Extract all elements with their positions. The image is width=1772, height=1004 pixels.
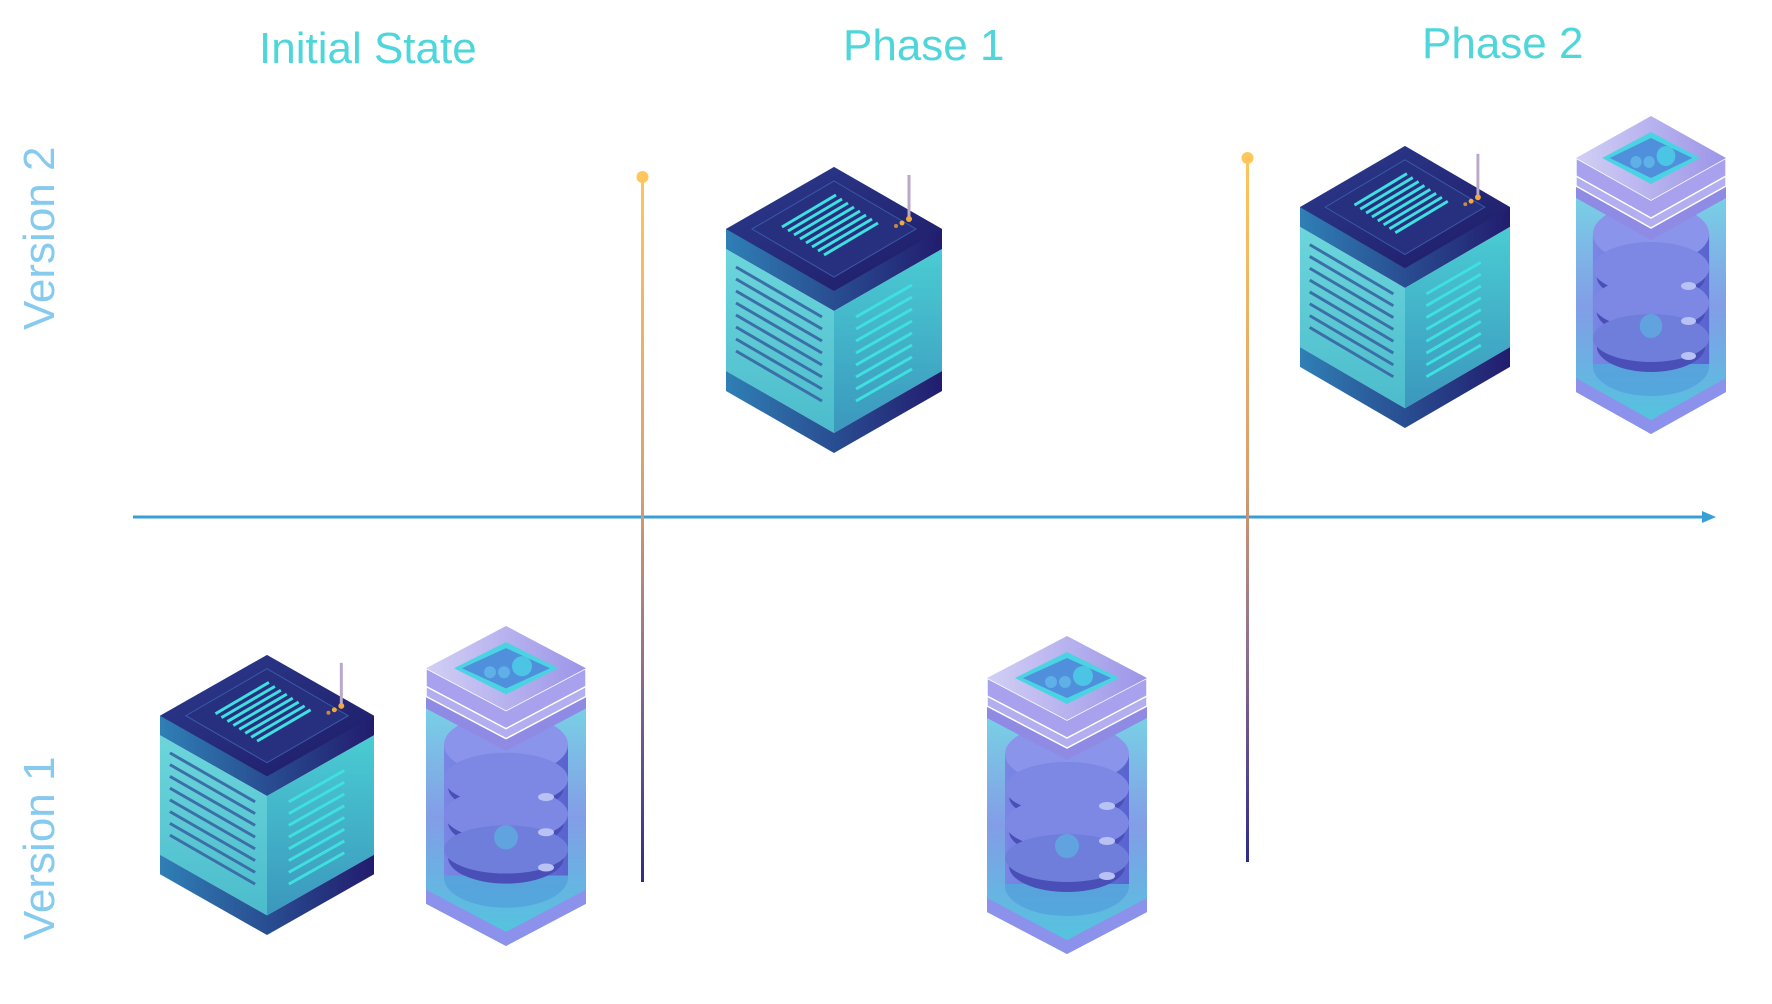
database-graphic [1575,116,1727,434]
server-graphic [1300,146,1510,428]
server-icon-phase-2-version-2 [1300,146,1510,428]
database-graphic [986,636,1148,954]
phase-divider-2 [1241,152,1254,862]
database-icon-phase-1-version-1 [986,636,1148,958]
database-icon-phase-2-version-2 [1575,116,1727,438]
server-icon-phase-1-version-2 [726,167,942,453]
server-icon-initial-version-1 [160,655,374,935]
phase-divider-1 [636,171,649,882]
server-graphic [160,655,374,935]
database-icon-initial-version-1 [425,626,587,950]
axis-arrow-head-icon [1702,511,1716,523]
database-graphic [425,626,587,946]
server-graphic [726,167,942,453]
timeline-axis [133,511,1716,523]
